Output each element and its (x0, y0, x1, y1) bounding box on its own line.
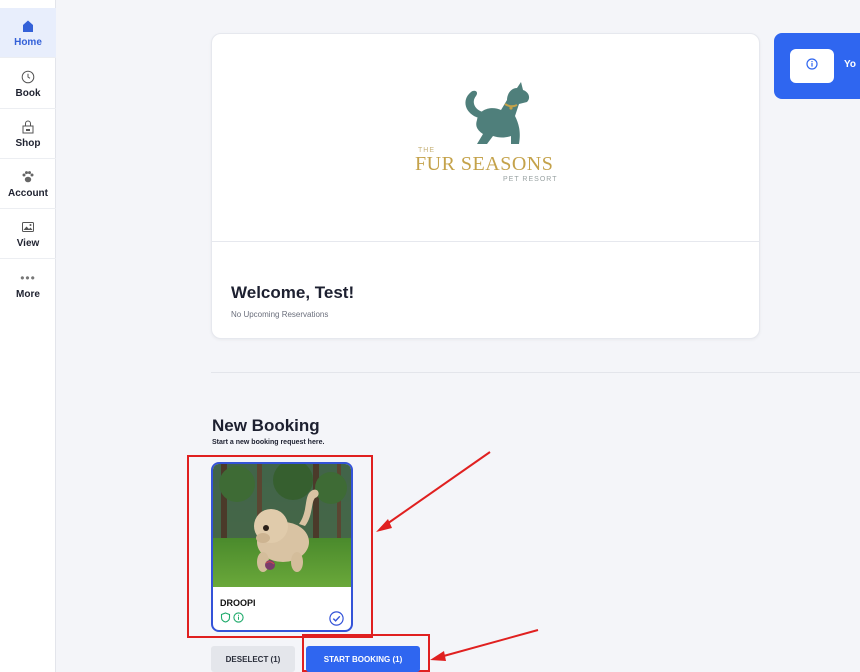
sidebar-item-home[interactable]: Home (0, 8, 56, 58)
sidebar-item-label: Shop (15, 137, 41, 149)
home-icon (21, 18, 35, 34)
sidebar-item-more[interactable]: ••• More (0, 260, 56, 310)
dog-logo-icon (441, 78, 541, 150)
paw-icon (21, 169, 35, 185)
shield-icon (220, 610, 231, 628)
annotation-arrowhead-button (430, 651, 446, 661)
shop-icon (21, 119, 35, 135)
annotation-arrowhead-pet (376, 519, 392, 532)
annotation-arrow-pet (383, 451, 491, 527)
sidebar-item-label: Book (15, 87, 41, 99)
info-icon[interactable] (233, 610, 244, 628)
notification-banner[interactable]: Yo (774, 33, 860, 99)
start-booking-button[interactable]: START BOOKING (1) (306, 646, 420, 672)
sidebar-item-label: More (16, 289, 40, 300)
new-booking-subtitle: Start a new booking request here. (212, 439, 325, 446)
sidebar-item-label: Home (14, 36, 42, 48)
image-icon (21, 219, 35, 235)
sidebar-item-shop[interactable]: Shop (0, 109, 56, 159)
logo-main-text: FUR SEASONS (415, 153, 554, 175)
sidebar-item-view[interactable]: View (0, 209, 56, 259)
pet-card[interactable]: DROOPI (211, 462, 353, 632)
pet-photo (213, 464, 351, 587)
banner-icon-box (790, 49, 834, 83)
info-icon (806, 57, 818, 75)
sidebar-item-label: Account (8, 187, 48, 199)
check-circle-icon[interactable] (329, 611, 344, 630)
welcome-subtitle: No Upcoming Reservations (231, 310, 329, 319)
sidebar-item-label: View (16, 237, 40, 249)
clock-icon (21, 69, 35, 85)
deselect-button[interactable]: DESELECT (1) (211, 646, 295, 672)
welcome-card: THE FUR SEASONS PET RESORT Welcome, Test… (211, 33, 760, 339)
logo-sub-text: PET RESORT (503, 176, 558, 183)
pet-name: DROOPI (220, 598, 256, 608)
sidebar-item-account[interactable]: Account (0, 159, 56, 209)
more-icon: ••• (20, 271, 36, 285)
section-divider (211, 372, 860, 373)
welcome-title: Welcome, Test! (231, 283, 355, 302)
sidebar-item-book[interactable]: Book (0, 59, 56, 109)
brand-logo: THE FUR SEASONS PET RESORT (212, 34, 759, 242)
new-booking-title: New Booking (212, 416, 320, 435)
annotation-arrow-button (439, 629, 539, 658)
pet-badges (220, 610, 244, 628)
sidebar: Home Book Shop Account View ••• More (0, 0, 56, 672)
banner-text: Yo (844, 59, 857, 70)
